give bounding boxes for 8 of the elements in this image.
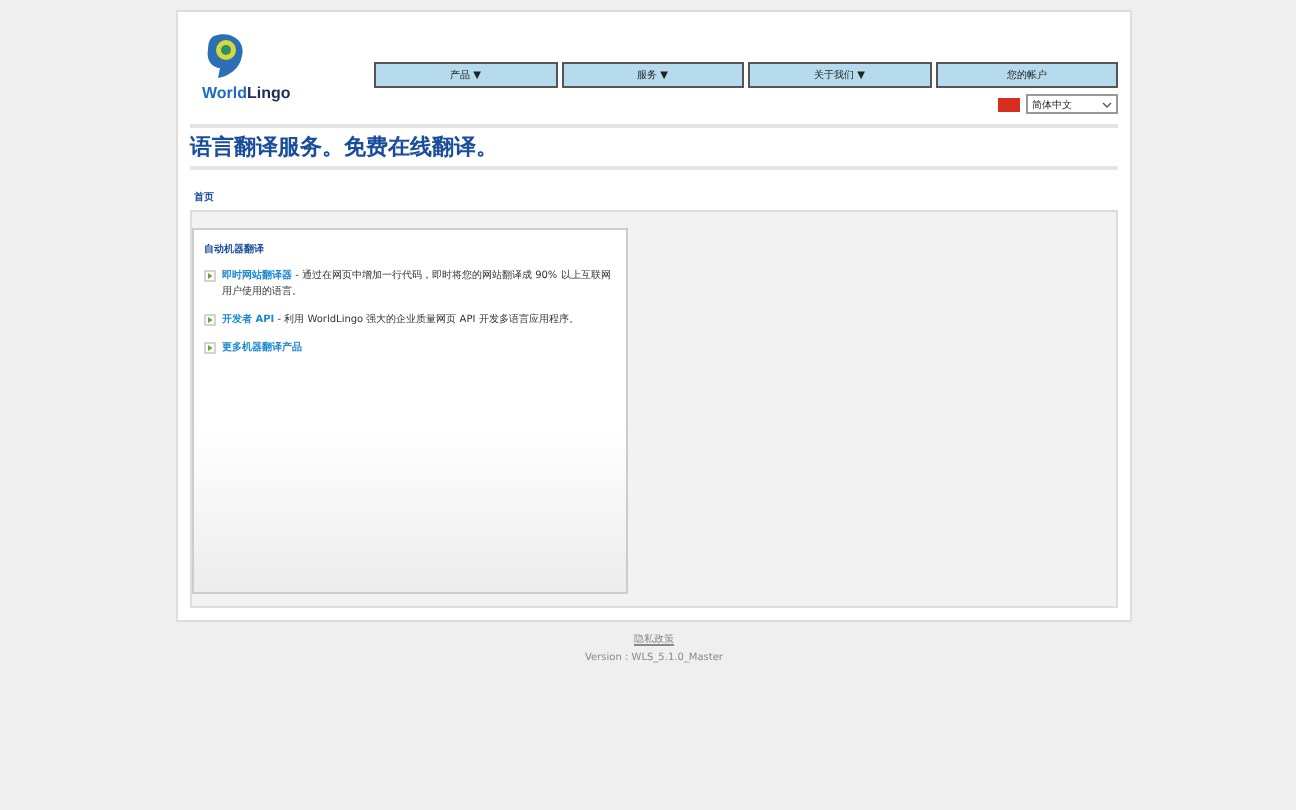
bullet-arrow-icon — [204, 314, 216, 326]
bullet-arrow-icon — [204, 342, 216, 354]
head-swirl-logo-icon — [202, 32, 246, 80]
bullet-arrow-icon — [204, 270, 216, 282]
chevron-down-icon — [1102, 101, 1112, 107]
page-headline: 语言翻译服务。免费在线翻译。 — [190, 132, 500, 164]
brand-name: WorldLingo — [202, 84, 291, 102]
china-flag-icon — [998, 97, 1020, 111]
